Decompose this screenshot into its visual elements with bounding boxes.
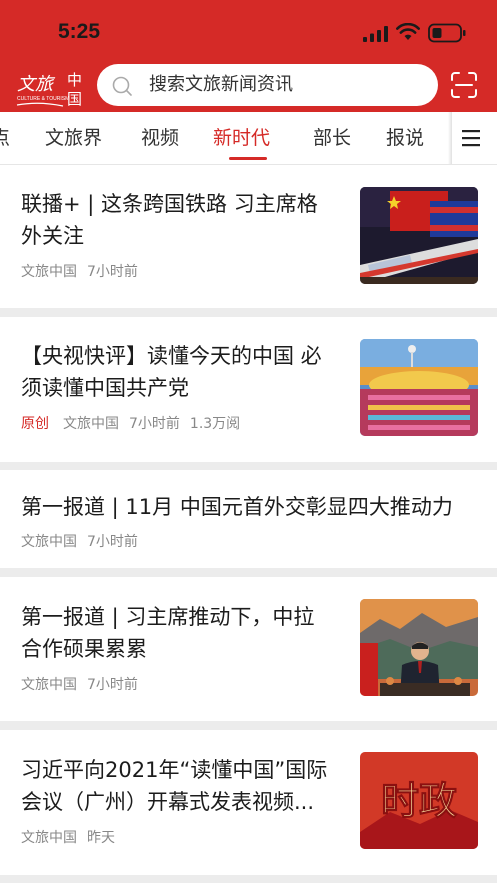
tab-scroll-fade xyxy=(448,112,452,164)
article-card[interactable]: 联播+ | 这条跨国铁路 习主席格 外关注 文旅中国 7小时前 xyxy=(0,165,497,308)
logo-guo-text: 国 xyxy=(67,90,82,108)
article-title-line: 须读懂中国共产党 xyxy=(21,376,189,400)
tab-baoshuo[interactable]: 报说 xyxy=(386,125,424,151)
article-title-line: 会议（广州）开幕式发表视频... xyxy=(21,790,315,814)
article-thumbnail[interactable]: 时政 xyxy=(360,752,478,849)
search-icon xyxy=(112,76,132,96)
article-meta: 文旅中国 昨天 xyxy=(21,828,115,848)
article-thumbnail[interactable] xyxy=(360,187,478,284)
article-thumbnail[interactable] xyxy=(360,599,478,696)
cellular-signal-icon xyxy=(363,26,388,42)
status-bar: 5:25 xyxy=(0,0,497,60)
article-card[interactable]: 第一报道 | 11月 中国元首外交彰显四大推动力 文旅中国 7小时前 xyxy=(0,470,497,568)
original-badge: 原创 xyxy=(21,416,49,432)
railway-train-image xyxy=(360,187,478,284)
wifi-icon xyxy=(396,23,420,40)
menu-icon[interactable] xyxy=(460,128,482,148)
article-card[interactable]: 习近平向2021年“读懂中国”国际 会议（广州）开幕式发表视频... 文旅中国昨… xyxy=(0,730,497,875)
celebration-square-image xyxy=(360,339,478,436)
app-header: 5:25 文旅 中 国 CULTURE & TOURISM 搜索文旅新闻资讯 xyxy=(0,0,497,112)
article-meta: 原创 文旅中国 7小时前 1.3万阅 xyxy=(21,414,240,434)
article-title-line: 【央视快评】读懂今天的中国 必 xyxy=(21,344,322,368)
logo-wenlv-text: 文旅 xyxy=(17,74,56,95)
article-meta: 文旅中国 7小时前 xyxy=(21,532,138,552)
battery-icon xyxy=(428,23,466,43)
article-title-line: 合作硕果累累 xyxy=(21,637,147,661)
scan-icon[interactable] xyxy=(450,71,478,99)
article-title: 第一报道 | 习主席推动下，中拉 合作硕果累累 xyxy=(21,601,314,665)
tab-video[interactable]: 视频 xyxy=(141,125,179,151)
status-time: 5:25 xyxy=(58,20,101,43)
article-source: 文旅中国 xyxy=(21,830,77,846)
article-time: 昨天 xyxy=(87,830,115,846)
tab-new-era[interactable]: 新时代 xyxy=(213,125,270,151)
article-title-line: 外关注 xyxy=(21,224,84,248)
article-title: 第一报道 | 11月 中国元首外交彰显四大推动力 xyxy=(21,491,453,523)
article-time: 7小时前 xyxy=(129,416,180,432)
article-source: 文旅中国 xyxy=(21,534,77,550)
search-placeholder: 搜索文旅新闻资讯 xyxy=(149,74,293,95)
article-title: 联播+ | 这条跨国铁路 习主席格 外关注 xyxy=(21,188,318,252)
logo-zhong-text: 中 xyxy=(67,71,82,89)
article-source: 文旅中国 xyxy=(63,416,119,432)
article-title-line: 联播+ | 这条跨国铁路 习主席格 xyxy=(21,192,318,216)
article-time: 7小时前 xyxy=(87,534,138,550)
article-title-line: 第一报道 | 习主席推动下，中拉 xyxy=(21,605,315,629)
article-title: 【央视快评】读懂今天的中国 必 须读懂中国共产党 xyxy=(21,340,322,404)
article-source: 文旅中国 xyxy=(21,677,77,693)
tab-wenlvjie[interactable]: 文旅界 xyxy=(45,125,102,151)
tab-minister[interactable]: 部长 xyxy=(313,125,351,151)
shizheng-banner-image: 时政 xyxy=(360,752,478,849)
article-title-line: 第一报道 | 11月 中国元首外交彰显四大推动力 xyxy=(21,495,453,519)
active-tab-indicator xyxy=(229,157,267,160)
tab-partial[interactable]: 点 xyxy=(0,125,10,151)
search-bar[interactable]: 搜索文旅新闻资讯 xyxy=(97,64,438,106)
article-time: 7小时前 xyxy=(87,677,138,693)
article-card[interactable]: 【央视快评】读懂今天的中国 必 须读懂中国共产党 原创 文旅中国 7小时前 1.3万阅 xyxy=(0,317,497,462)
article-meta: 文旅中国 7小时前 xyxy=(21,675,138,695)
logo-sub-text: CULTURE & TOURISM xyxy=(17,96,69,102)
article-meta: 文旅中国 7小时前 xyxy=(21,262,138,282)
speaker-at-desk-image xyxy=(360,599,478,696)
article-thumbnail[interactable] xyxy=(360,339,478,436)
app-logo[interactable]: 文旅 中 国 CULTURE & TOURISM xyxy=(15,66,87,110)
shizheng-text: 时政 xyxy=(381,779,457,823)
article-title: 习近平向2021年“读懂中国”国际 会议（广州）开幕式发表视频... xyxy=(21,754,327,818)
article-time: 7小时前 xyxy=(87,264,138,280)
category-tabs: 点 文旅界 视频 新时代 部长 报说 xyxy=(0,112,497,165)
article-source: 文旅中国 xyxy=(21,264,77,280)
article-title-line: 习近平向2021年“读懂中国”国际 xyxy=(21,758,328,782)
article-card[interactable]: 第一报道 | 习主席推动下，中拉 合作硕果累累 文旅中国 7小时前 xyxy=(0,577,497,721)
article-views: 1.3万阅 xyxy=(189,416,241,432)
